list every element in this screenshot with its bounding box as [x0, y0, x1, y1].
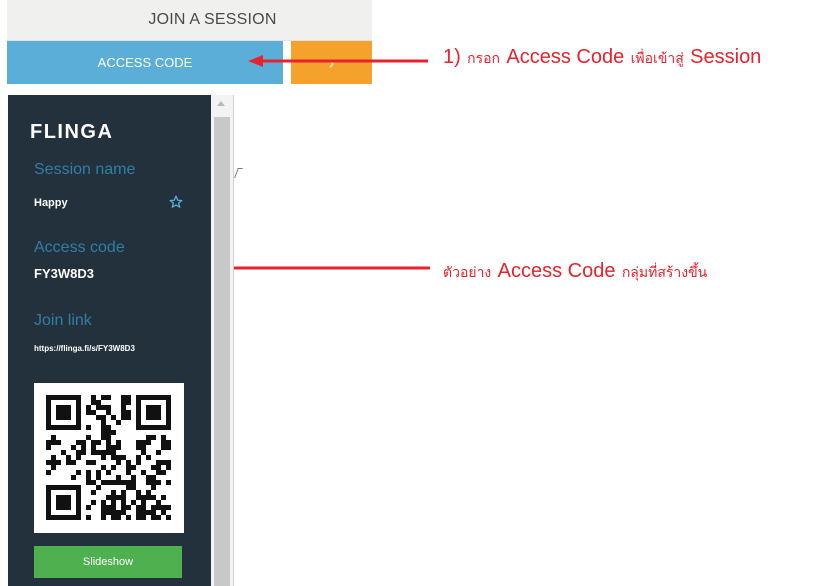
scroll-thumb[interactable]	[214, 117, 230, 586]
session-name-value: Happy	[34, 197, 68, 209]
callout-term: Session	[690, 46, 762, 68]
access-code-label: Access code	[34, 239, 125, 256]
join-link-value[interactable]: https://flinga.fi/s/FY3W8D3	[34, 344, 135, 353]
page-divider	[233, 95, 234, 586]
join-session-panel: JOIN A SESSION ›	[7, 0, 372, 86]
flinga-sidebar: FLINGA Session name Happy Access code FY…	[8, 95, 211, 586]
callout-thai-text: ตัวอย่าง	[443, 265, 492, 281]
slideshow-button[interactable]: Slideshow	[34, 546, 182, 578]
join-session-title: JOIN A SESSION	[148, 11, 277, 28]
join-session-header: JOIN A SESSION	[7, 0, 372, 41]
qr-code-icon	[46, 395, 171, 520]
callout-step-number: 1)	[443, 46, 461, 68]
callout-enter-access-code: 1) กรอก Access Code เพื่อเข้าสู่ Session	[443, 44, 761, 70]
callout-thai-text: กรอก	[467, 51, 501, 67]
qr-code-container	[34, 383, 184, 533]
callout-thai-text: กลุ่มที่สร้างขึ้น	[621, 265, 708, 281]
callout-arrow-access-input	[248, 55, 428, 67]
join-link-label: Join link	[34, 312, 92, 329]
access-code-value: FY3W8D3	[34, 266, 94, 281]
callout-thai-text: เพื่อเข้าสู่	[630, 51, 684, 67]
scroll-up-arrow-icon[interactable]	[217, 101, 225, 106]
session-name-label: Session name	[34, 161, 136, 178]
star-outline-icon[interactable]	[169, 195, 183, 209]
callout-access-code-example: ตัวอย่าง Access Code กลุ่มที่สร้างขึ้น	[443, 258, 707, 284]
callout-term: Access Code	[497, 260, 616, 282]
page-edge-mark	[234, 168, 243, 178]
callout-term: Access Code	[506, 46, 625, 68]
access-code-input[interactable]	[7, 41, 283, 84]
flinga-logo: FLINGA	[30, 121, 114, 143]
sidebar-scrollbar[interactable]	[211, 95, 233, 586]
